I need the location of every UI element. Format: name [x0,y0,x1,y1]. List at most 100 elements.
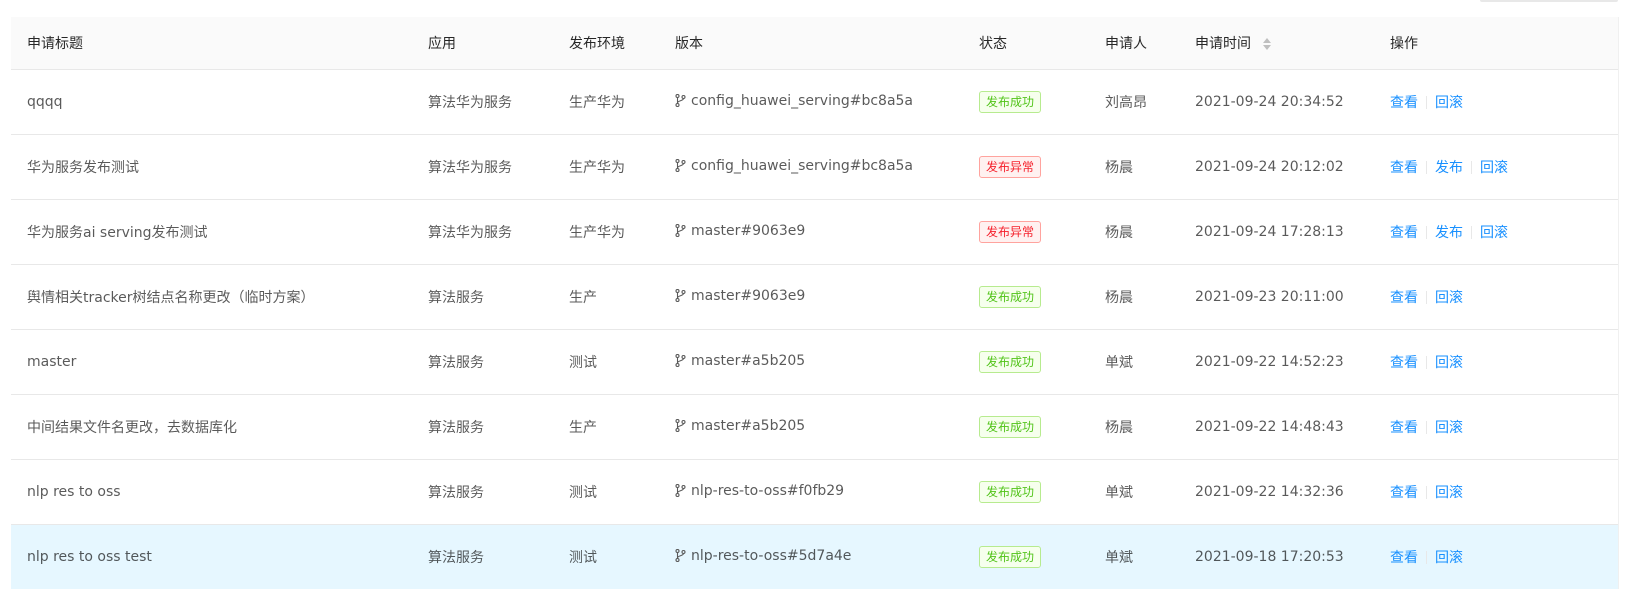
column-header-actions: 操作 [1374,17,1618,70]
table-row[interactable]: 华为服务ai serving发布测试 算法华为服务 生产华为 master#90… [11,199,1618,265]
publish-link[interactable]: 发布 [1435,160,1463,176]
view-link[interactable]: 查看 [1390,160,1418,176]
cell-time: 2021-09-22 14:48:43 [1179,394,1374,460]
rollback-link[interactable]: 回滚 [1435,550,1463,566]
column-header-version: 版本 [659,17,963,70]
table-row[interactable]: 华为服务发布测试 算法华为服务 生产华为 config_huawei_servi… [11,134,1618,200]
action-divider [1426,485,1427,499]
cell-version: nlp-res-to-oss#5d7a4e [659,524,963,589]
cell-title: 舆情相关tracker树结点名称更改（临时方案） [11,264,412,330]
view-link[interactable]: 查看 [1390,225,1418,241]
cell-time: 2021-09-23 20:11:00 [1179,264,1374,330]
cell-app: 算法华为服务 [412,69,553,135]
cell-status: 发布成功 [963,459,1089,525]
release-table-container: 申请标题 应用 发布环境 版本 状态 申请人 申请时间 操作 qqqq 算法华为… [11,17,1619,589]
branch-icon [675,93,686,111]
view-link[interactable]: 查看 [1390,355,1418,371]
cell-env: 测试 [553,329,659,395]
cell-time: 2021-09-24 17:28:13 [1179,199,1374,265]
cell-env: 生产华为 [553,69,659,135]
cell-app: 算法服务 [412,394,553,460]
cell-time: 2021-09-22 14:52:23 [1179,329,1374,395]
cell-version: master#9063e9 [659,264,963,330]
cell-time: 2021-09-22 14:32:36 [1179,459,1374,525]
table-row[interactable]: master 算法服务 测试 master#a5b205 发布成功 单斌 202… [11,329,1618,395]
view-link[interactable]: 查看 [1390,485,1418,501]
rollback-link[interactable]: 回滚 [1435,485,1463,501]
cell-env: 测试 [553,459,659,525]
cell-title: qqqq [11,69,412,135]
table-row[interactable]: nlp res to oss test 算法服务 测试 nlp-res-to-o… [11,524,1618,589]
view-link[interactable]: 查看 [1390,420,1418,436]
cell-title: 华为服务发布测试 [11,134,412,200]
cell-app: 算法服务 [412,459,553,525]
table-row[interactable]: 舆情相关tracker树结点名称更改（临时方案） 算法服务 生产 master#… [11,264,1618,330]
cell-env: 生产华为 [553,199,659,265]
rollback-link[interactable]: 回滚 [1480,225,1508,241]
action-divider [1426,550,1427,564]
table-body: qqqq 算法华为服务 生产华为 config_huawei_serving#b… [11,69,1618,589]
branch-icon [675,353,686,371]
status-badge: 发布成功 [979,480,1042,503]
cell-actions: 查看 回滚 [1374,264,1618,330]
column-header-status: 状态 [963,17,1089,70]
rollback-link[interactable]: 回滚 [1435,95,1463,111]
status-badge: 发布成功 [979,415,1042,438]
cell-title: 中间结果文件名更改，去数据库化 [11,394,412,460]
cell-applicant: 单斌 [1089,329,1179,395]
cell-applicant: 单斌 [1089,524,1179,589]
action-divider [1426,160,1427,174]
action-divider [1426,225,1427,239]
cell-status: 发布成功 [963,394,1089,460]
branch-icon [675,158,686,176]
rollback-link[interactable]: 回滚 [1435,290,1463,306]
branch-icon [675,483,686,501]
view-link[interactable]: 查看 [1390,290,1418,306]
publish-link[interactable]: 发布 [1435,225,1463,241]
cell-app: 算法华为服务 [412,199,553,265]
cell-actions: 查看 回滚 [1374,394,1618,460]
cell-applicant: 杨晨 [1089,134,1179,200]
cell-status: 发布异常 [963,134,1089,200]
table-row[interactable]: nlp res to oss 算法服务 测试 nlp-res-to-oss#f0… [11,459,1618,525]
cell-app: 算法服务 [412,329,553,395]
cell-env: 生产华为 [553,134,659,200]
rollback-link[interactable]: 回滚 [1480,160,1508,176]
view-link[interactable]: 查看 [1390,95,1418,111]
action-divider [1471,160,1472,174]
cell-env: 生产 [553,394,659,460]
status-badge: 发布成功 [979,90,1042,113]
column-header-time[interactable]: 申请时间 [1179,17,1374,70]
branch-icon [675,223,686,241]
action-divider [1471,225,1472,239]
cell-actions: 查看 回滚 [1374,524,1618,589]
column-header-title: 申请标题 [11,17,412,70]
cell-applicant: 杨晨 [1089,394,1179,460]
rollback-link[interactable]: 回滚 [1435,355,1463,371]
cell-version: master#9063e9 [659,199,963,265]
rollback-link[interactable]: 回滚 [1435,420,1463,436]
cell-title: nlp res to oss test [11,524,412,589]
column-header-env: 发布环境 [553,17,659,70]
cell-applicant: 杨晨 [1089,264,1179,330]
cell-title: nlp res to oss [11,459,412,525]
cell-applicant: 单斌 [1089,459,1179,525]
cell-version: nlp-res-to-oss#f0fb29 [659,459,963,525]
cell-applicant: 刘高昂 [1089,69,1179,135]
cell-actions: 查看 回滚 [1374,329,1618,395]
cell-time: 2021-09-18 17:20:53 [1179,524,1374,589]
column-header-app: 应用 [412,17,553,70]
status-badge: 发布异常 [979,220,1042,243]
cell-app: 算法华为服务 [412,134,553,200]
cell-time: 2021-09-24 20:34:52 [1179,69,1374,135]
table-header: 申请标题 应用 发布环境 版本 状态 申请人 申请时间 操作 [11,17,1618,70]
table-row[interactable]: 中间结果文件名更改，去数据库化 算法服务 生产 master#a5b205 发布… [11,394,1618,460]
cell-env: 测试 [553,524,659,589]
status-badge: 发布成功 [979,545,1042,568]
cell-status: 发布成功 [963,264,1089,330]
cell-version: config_huawei_serving#bc8a5a [659,69,963,135]
table-row[interactable]: qqqq 算法华为服务 生产华为 config_huawei_serving#b… [11,69,1618,135]
status-badge: 发布成功 [979,285,1042,308]
sort-icon[interactable] [1263,37,1272,50]
view-link[interactable]: 查看 [1390,550,1418,566]
